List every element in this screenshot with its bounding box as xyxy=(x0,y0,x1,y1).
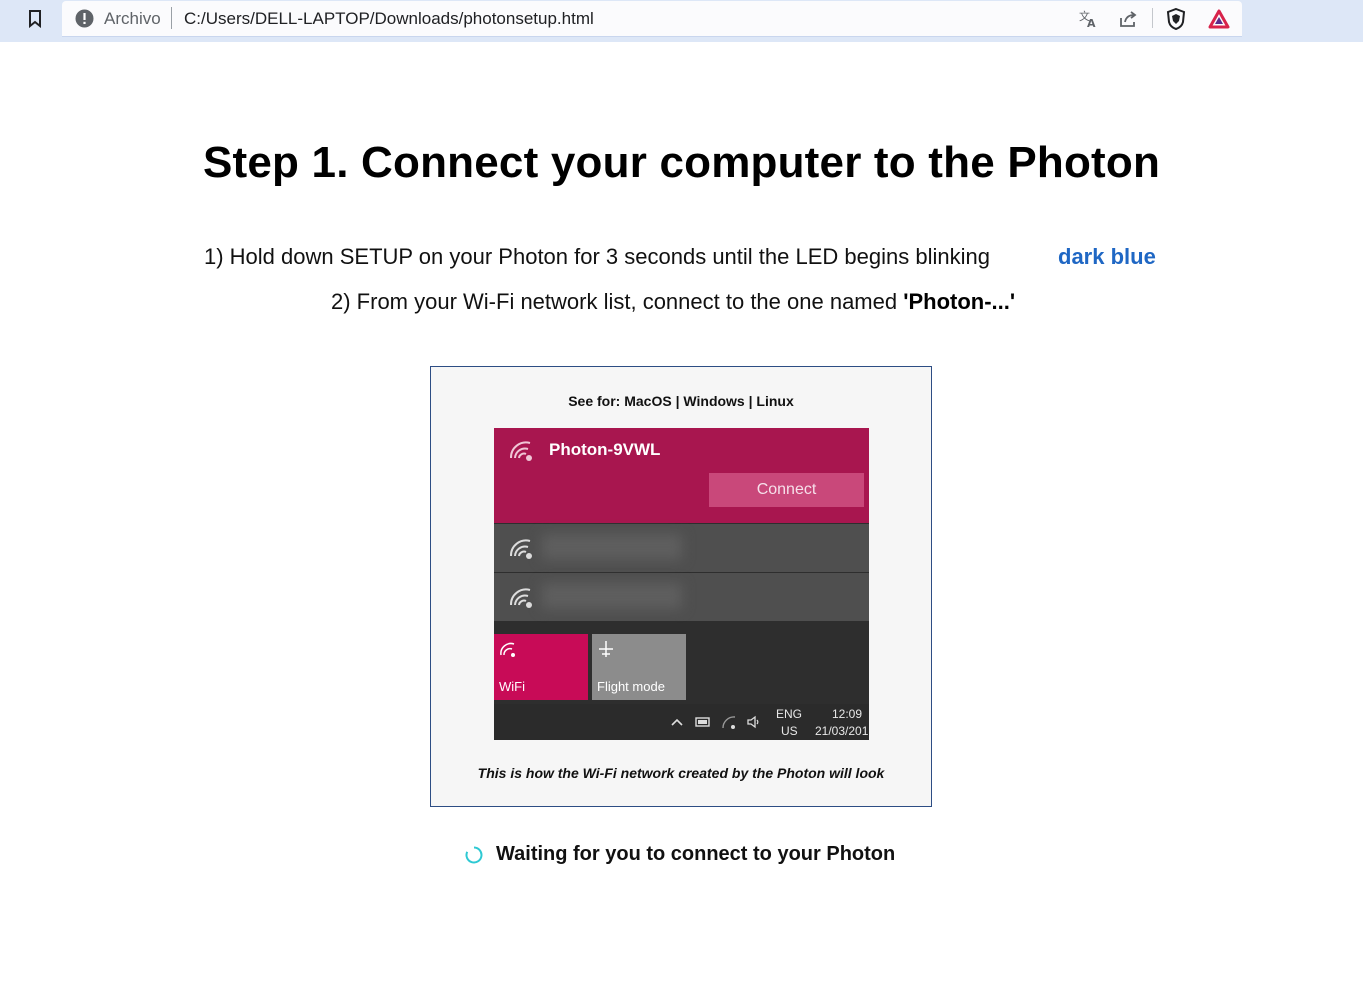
os-separator: | xyxy=(748,393,753,409)
share-icon[interactable] xyxy=(1117,8,1139,30)
browser-toolbar: Archivo C:/Users/DELL-LAPTOP/Downloads/p… xyxy=(0,0,1363,42)
instruction-step-2-text: 2) From your Wi-Fi network list, connect… xyxy=(331,289,904,314)
os-selector: See for: MacOS | Windows | Linux xyxy=(431,393,931,409)
network-row xyxy=(494,524,869,572)
loading-spinner-icon xyxy=(465,846,483,864)
see-for-label: See for: xyxy=(568,393,621,409)
address-bar[interactable]: Archivo C:/Users/DELL-LAPTOP/Downloads/p… xyxy=(62,1,1242,36)
flight-mode-label: Flight mode xyxy=(597,679,665,694)
svg-text:A: A xyxy=(1087,17,1096,29)
network-name-hint: 'Photon-...' xyxy=(903,289,1016,314)
os-separator: | xyxy=(675,393,680,409)
wifi-list-screenshot: Photon-9VWL Connect WiFi Flight mode ENG… xyxy=(494,428,869,740)
language-top: ENG xyxy=(776,707,803,721)
network-row xyxy=(494,573,869,621)
volume-icon xyxy=(746,714,762,730)
connect-button: Connect xyxy=(709,473,864,507)
led-color-label: dark blue xyxy=(1058,244,1156,269)
taskbar-date: 21/03/201 xyxy=(815,724,869,738)
wifi-icon xyxy=(499,640,517,658)
os-link-windows[interactable]: Windows xyxy=(683,393,744,409)
instruction-step-1: 1) Hold down SETUP on your Photon for 3 … xyxy=(204,244,990,269)
wifi-tile: WiFi xyxy=(494,634,588,700)
preview-caption: This is how the Wi-Fi network created by… xyxy=(477,765,885,781)
url-text[interactable]: C:/Users/DELL-LAPTOP/Downloads/photonset… xyxy=(184,9,594,29)
bookmark-icon[interactable] xyxy=(24,8,46,30)
translate-icon[interactable]: 文A xyxy=(1077,8,1099,30)
wifi-icon xyxy=(508,438,534,462)
toolbar-divider xyxy=(1152,8,1153,28)
page-title: Step 1. Connect your computer to the Pho… xyxy=(202,138,1161,187)
wifi-icon xyxy=(508,585,534,609)
brave-rewards-icon[interactable] xyxy=(1208,8,1230,30)
network-tray-icon xyxy=(721,714,737,730)
wifi-icon xyxy=(508,536,534,560)
wifi-tile-label: WiFi xyxy=(499,679,525,694)
language-bottom: US xyxy=(781,724,798,738)
airplane-icon xyxy=(597,640,615,658)
battery-icon xyxy=(695,714,711,730)
url-divider xyxy=(171,7,172,29)
status-text: Waiting for you to connect to your Photo… xyxy=(496,843,896,865)
info-icon[interactable] xyxy=(75,9,94,28)
taskbar-time: 12:09 xyxy=(832,707,863,721)
chevron-up-icon xyxy=(669,714,685,730)
instruction-step-2: 2) From your Wi-Fi network list, connect… xyxy=(331,289,1015,315)
os-link-linux[interactable]: Linux xyxy=(756,393,793,409)
flight-mode-tile: Flight mode xyxy=(592,634,686,700)
blurred-network-name xyxy=(542,534,682,560)
wifi-preview-card: See for: MacOS | Windows | Linux Photon-… xyxy=(430,366,932,807)
scheme-label: Archivo xyxy=(104,9,161,28)
blurred-network-name xyxy=(542,583,682,609)
os-link-macos[interactable]: MacOS xyxy=(624,393,671,409)
taskbar: ENG US 12:09 21/03/201 xyxy=(494,704,869,740)
brave-shield-icon[interactable] xyxy=(1165,8,1187,30)
network-name: Photon-9VWL xyxy=(549,440,661,459)
selected-network: Photon-9VWL Connect xyxy=(494,428,869,523)
